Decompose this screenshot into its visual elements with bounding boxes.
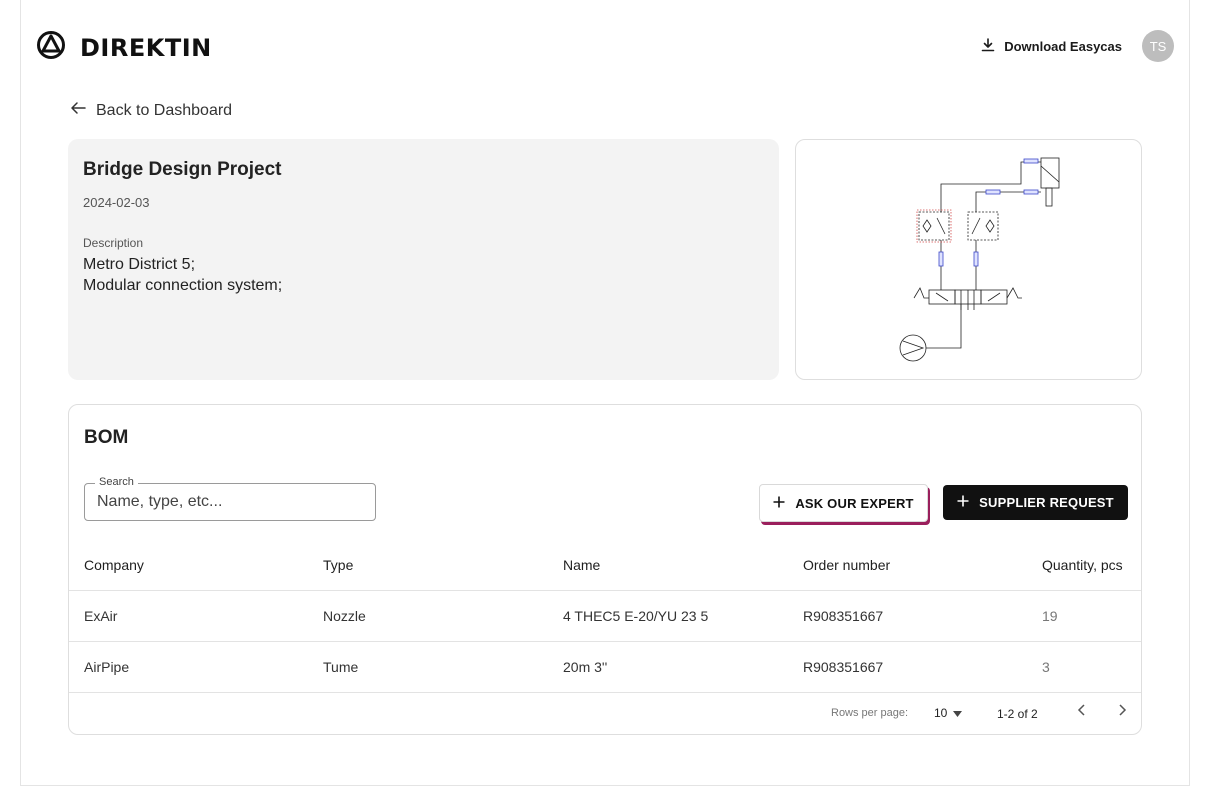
download-label: Download Easycas (1004, 39, 1122, 54)
rows-per-page-value: 10 (934, 706, 947, 720)
download-icon (981, 38, 995, 55)
direktin-logo-icon (36, 30, 66, 65)
header-actions: Download Easycas TS (981, 30, 1174, 62)
table-pagination: Rows per page: 10 1-2 of 2 (69, 693, 1141, 735)
bom-title: BOM (84, 427, 128, 449)
table-row[interactable]: ExAir Nozzle 4 THEC5 E-20/YU 23 5 R90835… (69, 591, 1141, 642)
previous-page-button[interactable] (1077, 703, 1087, 722)
cell-quantity: 19 (1042, 591, 1058, 641)
rows-per-page-select[interactable]: 10 (934, 706, 962, 720)
chevron-right-icon (1117, 703, 1127, 717)
search-field[interactable]: Search (84, 483, 376, 521)
cell-order-number: R908351667 (803, 591, 883, 641)
plus-icon (957, 495, 969, 510)
description-line: Metro District 5; (83, 256, 764, 274)
cell-company: AirPipe (84, 642, 129, 692)
pneumatic-schematic-diagram (796, 140, 1141, 379)
project-title: Bridge Design Project (83, 159, 764, 181)
rows-per-page-label: Rows per page: (831, 707, 908, 719)
brand-name: DIREKTIN (80, 34, 212, 62)
cell-type: Tume (323, 642, 358, 692)
pagination-range: 1-2 of 2 (997, 707, 1038, 721)
column-header-company[interactable]: Company (84, 539, 144, 590)
column-header-name[interactable]: Name (563, 539, 600, 590)
plus-icon (773, 496, 785, 511)
arrow-left-icon (70, 101, 86, 120)
cell-name: 4 THEC5 E-20/YU 23 5 (563, 591, 708, 641)
caret-down-icon (953, 706, 962, 720)
search-input[interactable] (97, 493, 367, 511)
supplier-request-button[interactable]: SUPPLIER REQUEST (943, 485, 1128, 520)
project-info-card: Bridge Design Project 2024-02-03 Descrip… (68, 139, 779, 380)
bom-card: BOM Search ASK OUR EXPERT SUPPLIER REQUE… (68, 404, 1142, 735)
cell-quantity: 3 (1042, 642, 1050, 692)
project-date: 2024-02-03 (83, 195, 764, 210)
column-header-type[interactable]: Type (323, 539, 353, 590)
ask-our-expert-button[interactable]: ASK OUR EXPERT (759, 484, 928, 522)
cell-name: 20m 3'' (563, 642, 607, 692)
search-label: Search (95, 476, 138, 488)
supplier-request-label: SUPPLIER REQUEST (979, 495, 1114, 510)
back-label: Back to Dashboard (96, 102, 232, 120)
table-header-row: Company Type Name Order number Quantity,… (69, 539, 1141, 591)
cell-order-number: R908351667 (803, 642, 883, 692)
avatar[interactable]: TS (1142, 30, 1174, 62)
ask-our-expert-label: ASK OUR EXPERT (795, 496, 913, 511)
bom-table: Company Type Name Order number Quantity,… (69, 539, 1141, 693)
download-easycas-link[interactable]: Download Easycas (981, 38, 1122, 55)
table-row[interactable]: AirPipe Tume 20m 3'' R908351667 3 (69, 642, 1141, 693)
back-to-dashboard-link[interactable]: Back to Dashboard (70, 101, 232, 120)
cell-type: Nozzle (323, 591, 366, 641)
schematic-preview-card[interactable] (795, 139, 1142, 380)
description-line: Modular connection system; (83, 277, 764, 295)
column-header-quantity[interactable]: Quantity, pcs (1042, 539, 1123, 590)
cell-company: ExAir (84, 591, 117, 641)
chevron-left-icon (1077, 703, 1087, 717)
next-page-button[interactable] (1117, 703, 1127, 722)
description-label: Description (83, 236, 764, 250)
brand[interactable]: DIREKTIN (36, 30, 212, 65)
column-header-order-number[interactable]: Order number (803, 539, 890, 590)
